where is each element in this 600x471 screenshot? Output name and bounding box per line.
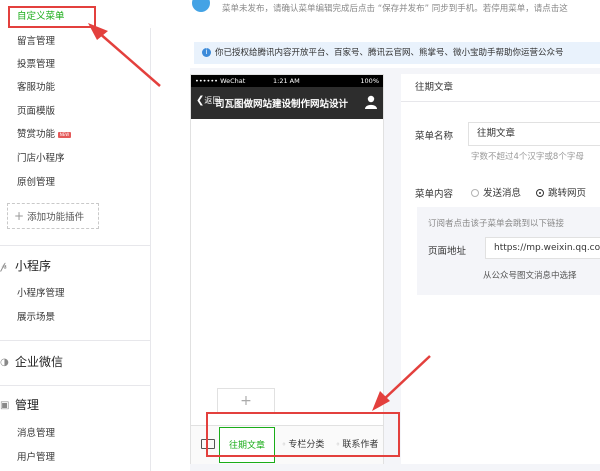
- arrow-line: [380, 355, 431, 403]
- annotation-arrows: [88, 23, 431, 411]
- arrow-line: [97, 31, 161, 87]
- arrowhead: [372, 391, 390, 411]
